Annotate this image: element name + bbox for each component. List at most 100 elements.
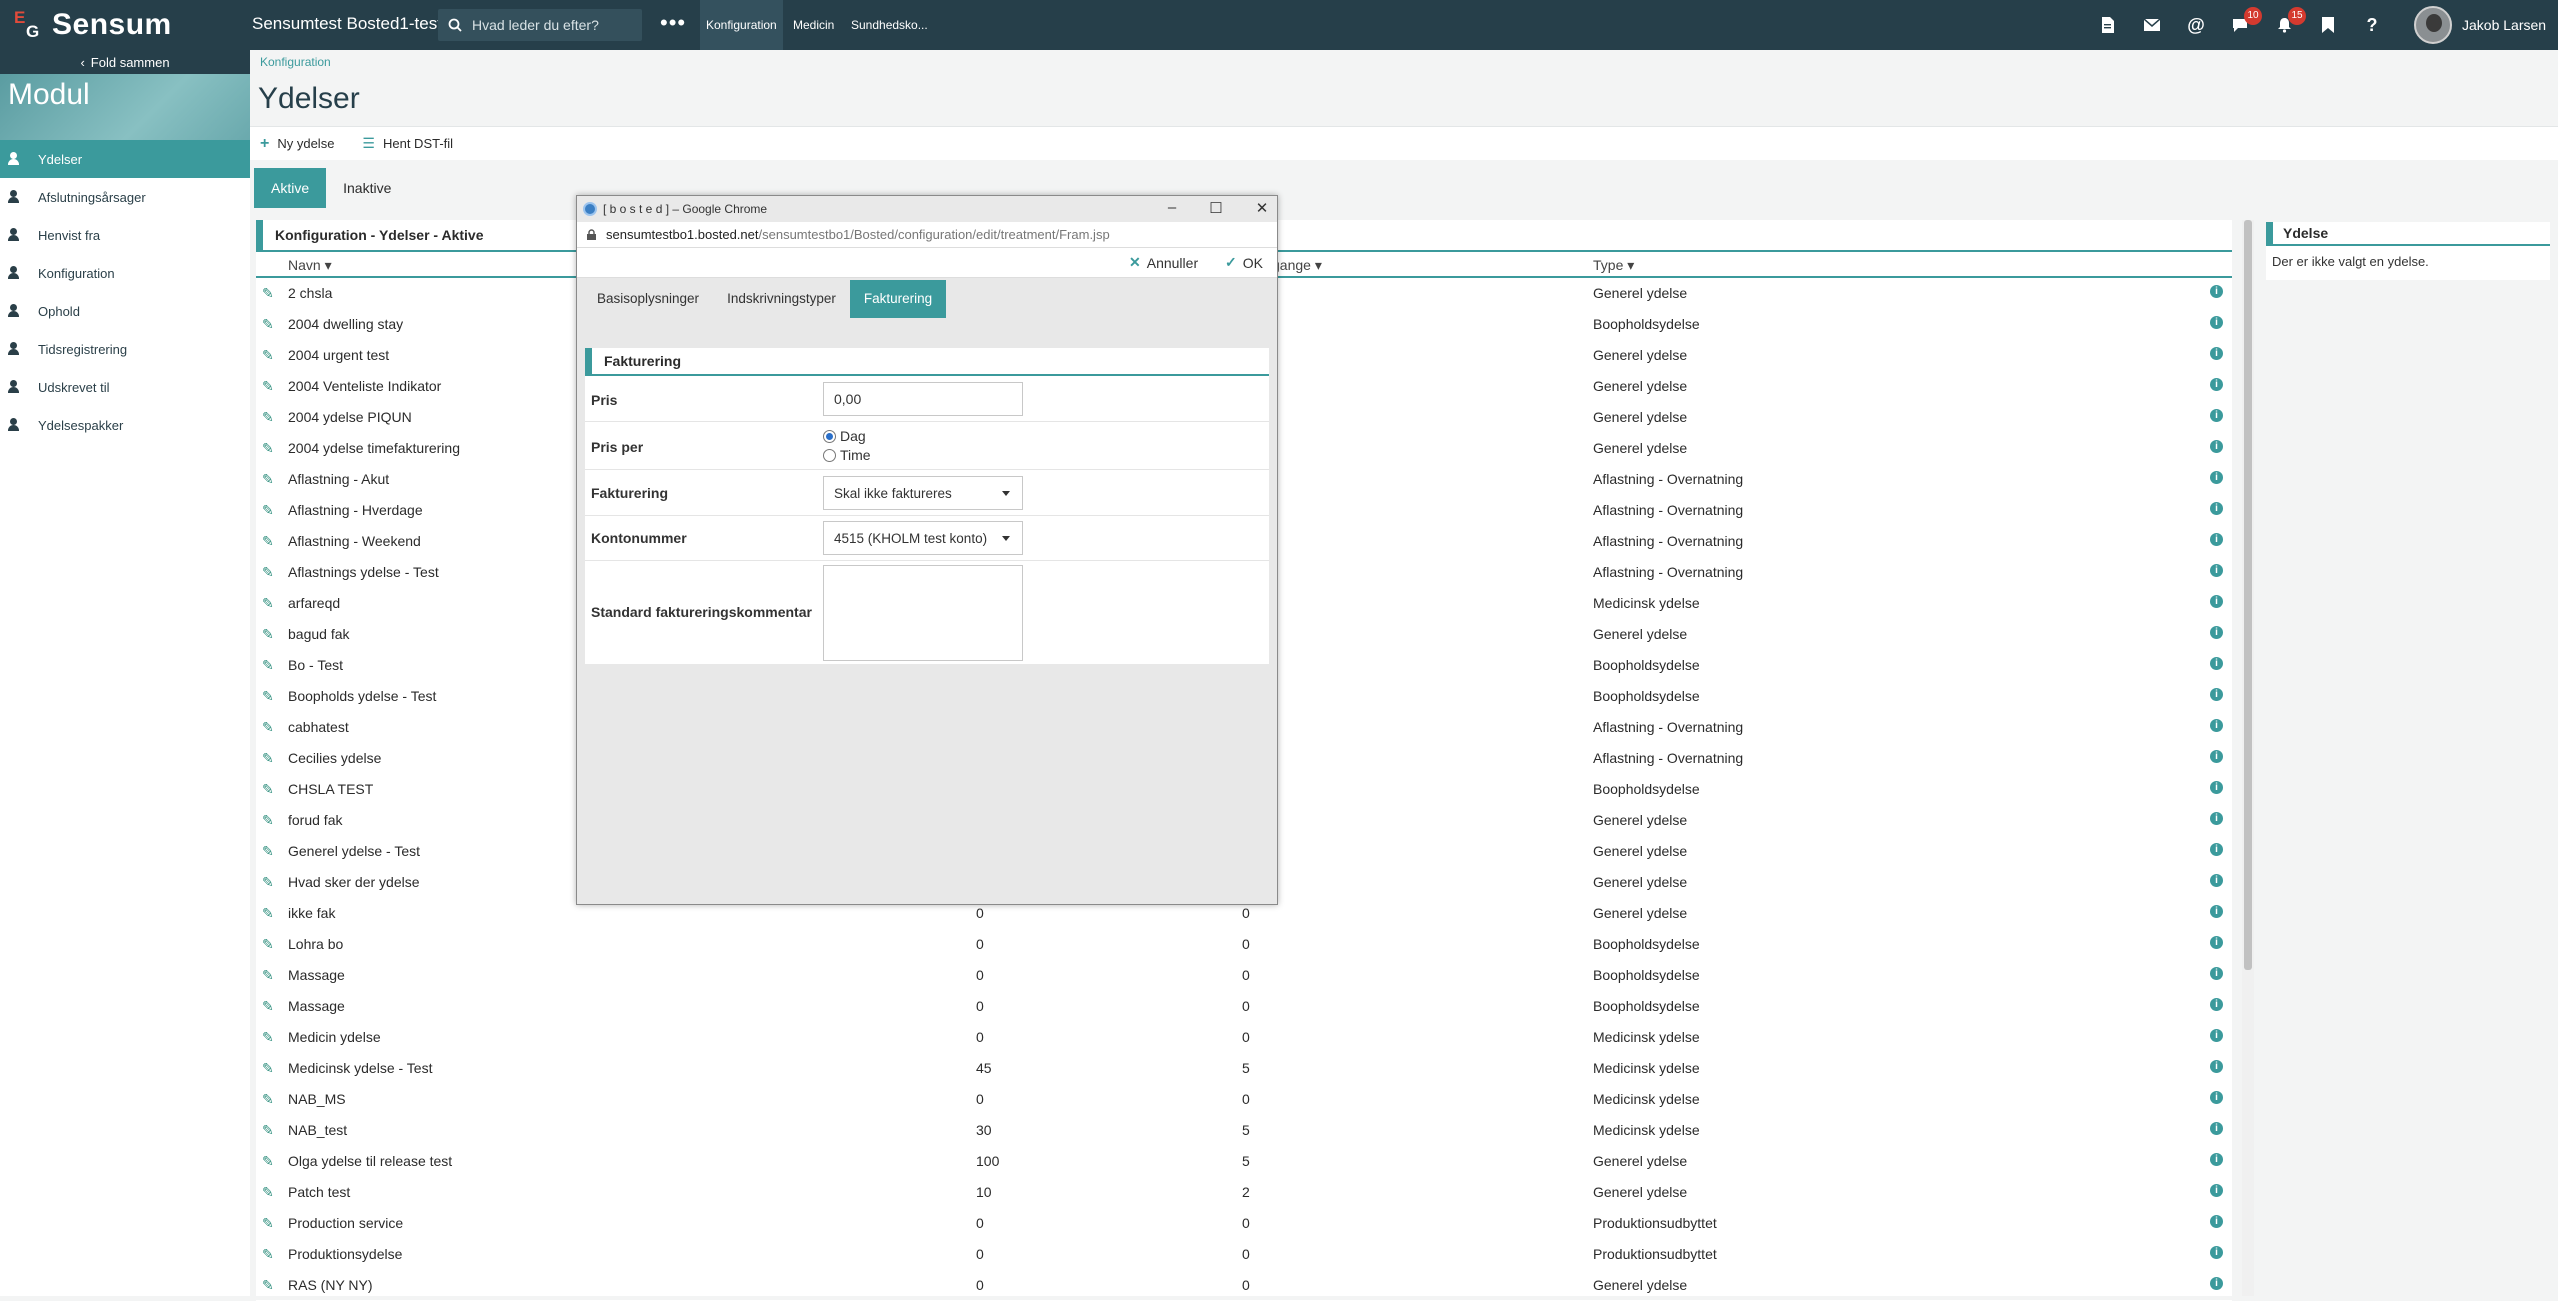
edit-pencil-icon[interactable]: ✎	[262, 1029, 274, 1046]
edit-pencil-icon[interactable]: ✎	[262, 1060, 274, 1077]
info-icon[interactable]: i	[2210, 471, 2223, 484]
kommentar-textarea[interactable]	[823, 565, 1023, 661]
edit-pencil-icon[interactable]: ✎	[262, 967, 274, 984]
edit-pencil-icon[interactable]: ✎	[262, 626, 274, 643]
info-icon[interactable]: i	[2210, 1184, 2223, 1197]
tab-medicin[interactable]: Medicin	[787, 0, 840, 50]
table-row[interactable]: ✎ Production service 0 0 Produktionsudbyttet…	[256, 1208, 2232, 1239]
info-icon[interactable]: i	[2210, 657, 2223, 670]
address-bar[interactable]: sensumtestbo1.bosted.net/sensumtestbo1/B…	[577, 222, 1277, 248]
bookmark-icon[interactable]	[2316, 13, 2340, 37]
edit-pencil-icon[interactable]: ✎	[262, 471, 274, 488]
edit-pencil-icon[interactable]: ✎	[262, 812, 274, 829]
info-icon[interactable]: i	[2210, 688, 2223, 701]
chat-icon[interactable]: 10	[2228, 7, 2262, 37]
edit-pencil-icon[interactable]: ✎	[262, 1091, 274, 1108]
table-row[interactable]: ✎ NAB_MS 0 0 Medicinsk ydelse i	[256, 1084, 2232, 1115]
window-titlebar[interactable]: [ b o s t e d ] – Google Chrome – ☐ ✕	[577, 196, 1277, 222]
minimize-icon[interactable]: –	[1157, 199, 1187, 216]
column-header-type[interactable]: Type ▾	[1593, 257, 1634, 274]
download-dst-button[interactable]: ☰ Hent DST-fil	[362, 135, 453, 152]
new-ydelse-button[interactable]: + Ny ydelse	[260, 135, 334, 153]
info-icon[interactable]: i	[2210, 1153, 2223, 1166]
edit-pencil-icon[interactable]: ✎	[262, 1277, 274, 1294]
edit-pencil-icon[interactable]: ✎	[262, 285, 274, 302]
radio-time[interactable]: Time	[823, 447, 871, 463]
sidebar-item-4[interactable]: Ophold	[0, 292, 250, 330]
sidebar-item-0[interactable]: Ydelser	[0, 140, 250, 178]
edit-pencil-icon[interactable]: ✎	[262, 502, 274, 519]
search-box[interactable]: Hvad leder du efter?	[438, 9, 642, 41]
edit-pencil-icon[interactable]: ✎	[262, 1122, 274, 1139]
info-icon[interactable]: i	[2210, 1091, 2223, 1104]
table-row[interactable]: ✎ Medicin ydelse 0 0 Medicinsk ydelse i	[256, 1022, 2232, 1053]
tab-inaktive[interactable]: Inaktive	[326, 168, 408, 208]
cancel-button[interactable]: ✕ Annuller	[1129, 254, 1198, 271]
table-scrollbar[interactable]	[2242, 220, 2254, 1296]
fold-button[interactable]: ‹ Fold sammen	[0, 50, 250, 74]
edit-pencil-icon[interactable]: ✎	[262, 874, 274, 891]
table-row[interactable]: ✎ Medicinsk ydelse - Test 45 5 Medicinsk yde…	[256, 1053, 2232, 1084]
tab-konfiguration[interactable]: Konfiguration	[700, 0, 783, 50]
help-icon[interactable]: ?	[2360, 13, 2384, 37]
edit-pencil-icon[interactable]: ✎	[262, 781, 274, 798]
edit-pencil-icon[interactable]: ✎	[262, 1184, 274, 1201]
radio-dag[interactable]: Dag	[823, 428, 866, 444]
info-icon[interactable]: i	[2210, 595, 2223, 608]
info-icon[interactable]: i	[2210, 409, 2223, 422]
info-icon[interactable]: i	[2210, 285, 2223, 298]
edit-pencil-icon[interactable]: ✎	[262, 316, 274, 333]
fakturering-select[interactable]: Skal ikke faktureres	[823, 476, 1023, 510]
tab-basisoplysninger[interactable]: Basisoplysninger	[583, 280, 714, 318]
info-icon[interactable]: i	[2210, 626, 2223, 639]
edit-pencil-icon[interactable]: ✎	[262, 688, 274, 705]
info-icon[interactable]: i	[2210, 719, 2223, 732]
edit-pencil-icon[interactable]: ✎	[262, 843, 274, 860]
table-row[interactable]: ✎ Massage 0 0 Boopholdsydelse i	[256, 991, 2232, 1022]
kontonummer-select[interactable]: 4515 (KHOLM test konto)	[823, 521, 1023, 555]
ok-button[interactable]: ✓ OK	[1225, 254, 1263, 271]
info-icon[interactable]: i	[2210, 936, 2223, 949]
table-row[interactable]: ✎ Massage 0 0 Boopholdsydelse i	[256, 960, 2232, 991]
edit-pencil-icon[interactable]: ✎	[262, 1246, 274, 1263]
info-icon[interactable]: i	[2210, 533, 2223, 546]
info-icon[interactable]: i	[2210, 1029, 2223, 1042]
sidebar-item-3[interactable]: Konfiguration	[0, 254, 250, 292]
tab-aktive[interactable]: Aktive	[254, 168, 327, 208]
info-icon[interactable]: i	[2210, 502, 2223, 515]
table-row[interactable]: ✎ Olga ydelse til release test 100 5 Generel…	[256, 1146, 2232, 1177]
edit-pencil-icon[interactable]: ✎	[262, 905, 274, 922]
sidebar-item-7[interactable]: Ydelsespakker	[0, 406, 250, 444]
edit-pencil-icon[interactable]: ✎	[262, 378, 274, 395]
info-icon[interactable]: i	[2210, 440, 2223, 453]
info-icon[interactable]: i	[2210, 1246, 2223, 1259]
edit-pencil-icon[interactable]: ✎	[262, 657, 274, 674]
edit-pencil-icon[interactable]: ✎	[262, 1215, 274, 1232]
scrollbar-thumb[interactable]	[2244, 220, 2252, 970]
info-icon[interactable]: i	[2210, 1277, 2223, 1290]
sidebar-item-6[interactable]: Udskrevet til	[0, 368, 250, 406]
bell-icon[interactable]: 15	[2272, 7, 2306, 37]
tab-sundhedsko[interactable]: Sundhedsko...	[845, 0, 934, 50]
info-icon[interactable]: i	[2210, 905, 2223, 918]
table-row[interactable]: ✎ Patch test 10 2 Generel ydelse i	[256, 1177, 2232, 1208]
close-icon[interactable]: ✕	[1247, 199, 1277, 217]
info-icon[interactable]: i	[2210, 1060, 2223, 1073]
sensum-logo[interactable]: E G Sensum	[14, 6, 172, 44]
mail-icon[interactable]	[2140, 13, 2164, 37]
sidebar-item-5[interactable]: Tidsregistrering	[0, 330, 250, 368]
edit-pencil-icon[interactable]: ✎	[262, 936, 274, 953]
sidebar-item-2[interactable]: Henvist fra	[0, 216, 250, 254]
maximize-icon[interactable]: ☐	[1201, 199, 1231, 217]
edit-pencil-icon[interactable]: ✎	[262, 347, 274, 364]
edit-pencil-icon[interactable]: ✎	[262, 750, 274, 767]
info-icon[interactable]: i	[2210, 874, 2223, 887]
info-icon[interactable]: i	[2210, 564, 2223, 577]
info-icon[interactable]: i	[2210, 1215, 2223, 1228]
edit-pencil-icon[interactable]: ✎	[262, 564, 274, 581]
user-menu[interactable]: Jakob Larsen	[2414, 6, 2546, 44]
column-header-gange[interactable]: gange ▾	[1272, 257, 1322, 274]
table-row[interactable]: ✎ RAS (NY NY) 0 0 Generel ydelse i	[256, 1270, 2232, 1301]
tab-indskrivningstyper[interactable]: Indskrivningstyper	[713, 280, 850, 318]
more-menu-icon[interactable]: •••	[660, 10, 686, 36]
